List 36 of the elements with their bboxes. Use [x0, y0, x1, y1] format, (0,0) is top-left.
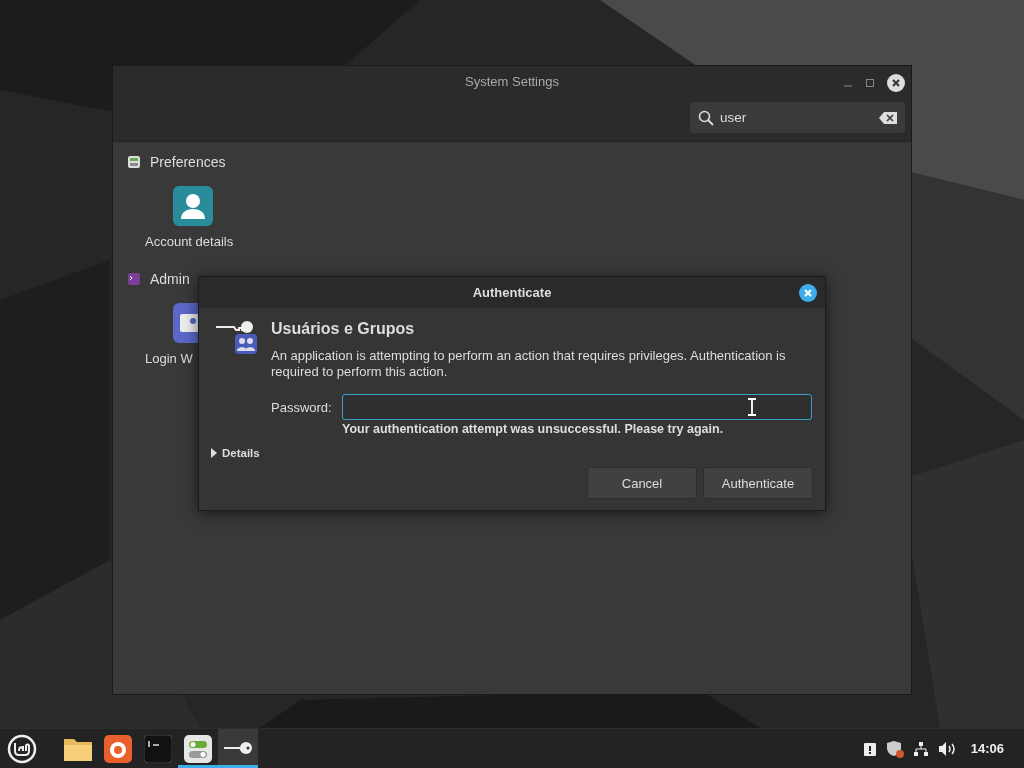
- section-heading: Admin: [150, 271, 190, 287]
- volume-icon[interactable]: [937, 740, 956, 757]
- key-icon[interactable]: [223, 740, 253, 757]
- password-field[interactable]: [341, 394, 812, 420]
- password-label: Password:: [271, 399, 332, 415]
- dialog-title: Authenticate: [472, 285, 552, 300]
- clock[interactable]: 14:06: [970, 741, 1004, 756]
- section-heading: Preferences: [150, 154, 226, 170]
- shield-icon[interactable]: [885, 739, 904, 758]
- close-icon[interactable]: [887, 74, 905, 92]
- error-message: Your authentication attempt was unsuccessful. Please try again.: [342, 422, 725, 436]
- maximize-icon[interactable]: [865, 78, 875, 88]
- search-icon: [698, 109, 714, 126]
- preferences-icon: [127, 155, 141, 169]
- details-expander[interactable]: Details: [211, 447, 260, 459]
- taskbar-app[interactable]: [218, 729, 258, 768]
- authenticate-button[interactable]: Authenticate: [703, 467, 813, 499]
- close-icon[interactable]: [799, 284, 817, 302]
- window-title: System Settings: [465, 74, 559, 89]
- terminal-icon[interactable]: [144, 734, 172, 763]
- network-icon[interactable]: [912, 740, 929, 757]
- cancel-button[interactable]: Cancel: [587, 467, 697, 499]
- clear-icon[interactable]: [879, 111, 897, 124]
- menu-logo-icon[interactable]: [7, 733, 37, 764]
- dialog-heading: Usuários e Grupos: [271, 320, 416, 338]
- text-cursor-icon: [747, 398, 757, 416]
- person-icon[interactable]: [173, 186, 213, 226]
- browser-icon[interactable]: [104, 734, 132, 763]
- terminal-icon: [127, 272, 141, 286]
- item-label[interactable]: Login W: [145, 351, 193, 366]
- item-label[interactable]: Account details: [145, 234, 234, 249]
- dialog-message: An application is attempting to perform an action that requires privileges. Authentication is required to perform this action.: [271, 348, 787, 380]
- clipboard-icon[interactable]: [862, 740, 877, 757]
- search-field[interactable]: user: [690, 102, 905, 133]
- key-icon: [215, 320, 259, 356]
- toggles-icon[interactable]: [184, 734, 212, 763]
